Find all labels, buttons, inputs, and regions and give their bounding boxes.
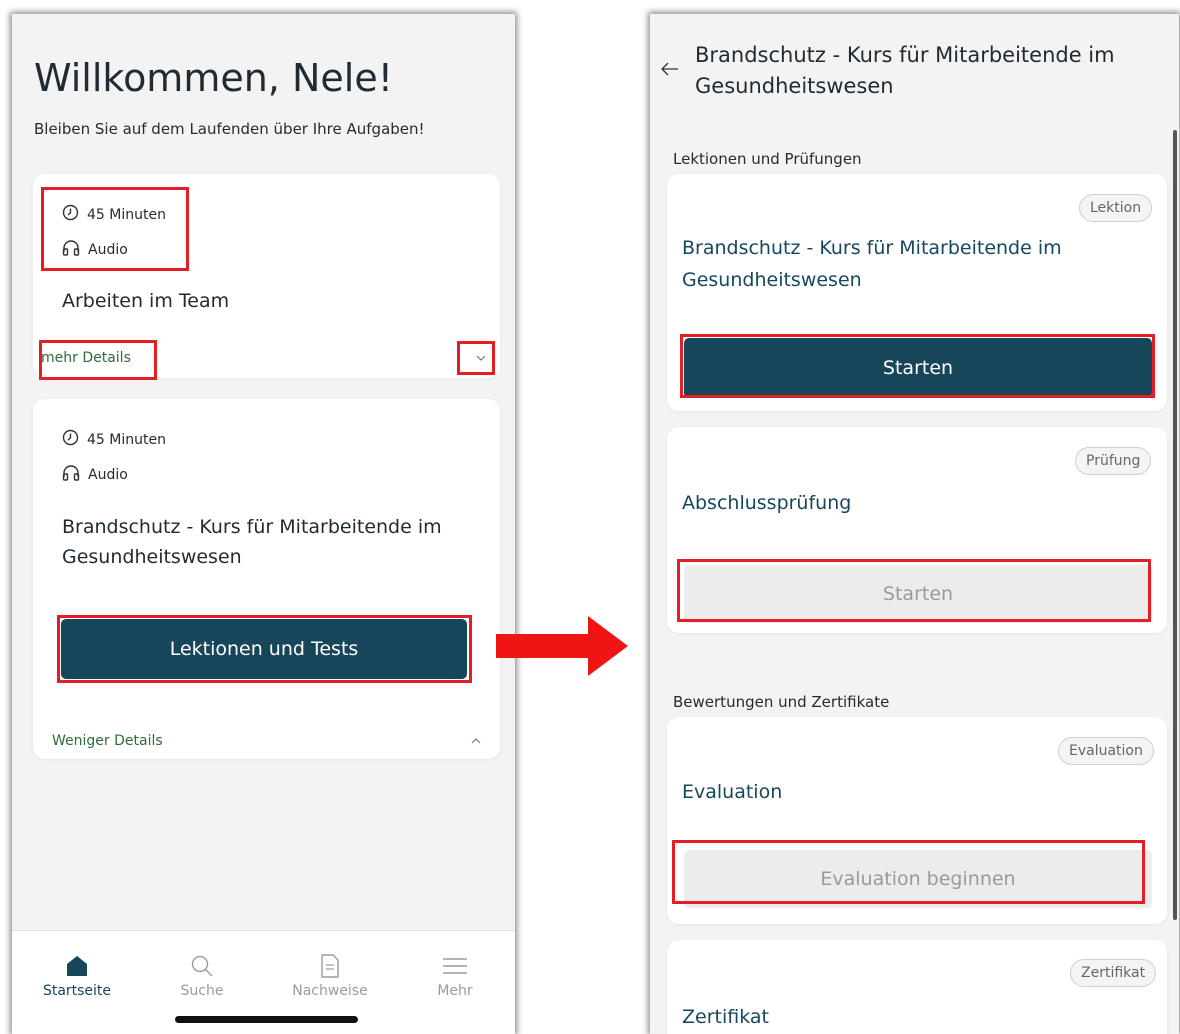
clock-icon: [62, 429, 79, 450]
nav-suche[interactable]: Suche: [152, 949, 252, 999]
scrollbar[interactable]: [1173, 130, 1177, 920]
section-heading: Bewertungen und Zertifikate: [673, 693, 890, 711]
evaluation-badge: Evaluation: [1058, 737, 1154, 765]
highlight-chevron: [457, 341, 495, 375]
format-text: Audio: [88, 466, 128, 483]
nav-mehr[interactable]: Mehr: [405, 949, 505, 999]
less-details-link[interactable]: Weniger Details: [52, 733, 163, 749]
duration-row: 45 Minuten: [62, 429, 166, 450]
format-row: Audio: [62, 464, 128, 485]
welcome-subtitle: Bleiben Sie auf dem Laufenden über Ihre …: [34, 120, 425, 138]
highlight-lessons-button: [57, 615, 472, 683]
certificate-title: Zertifikat: [682, 1006, 769, 1028]
arrow-right-icon: [494, 614, 630, 682]
certificate-card: Zertifikat Zertifikat: [667, 940, 1167, 1034]
home-screen: Willkommen, Nele! Bleiben Sie auf dem La…: [12, 14, 515, 1034]
nav-label: Mehr: [437, 983, 473, 999]
highlight-lesson-start: [680, 334, 1155, 398]
card-title-line2: Gesundheitswesen: [62, 546, 242, 568]
nav-label: Startseite: [42, 983, 112, 999]
nav-nachweise[interactable]: Nachweise: [280, 949, 380, 999]
course-detail-screen: Brandschutz - Kurs für Mitarbeitende im …: [650, 14, 1179, 1034]
nav-label: Nachweise: [292, 983, 368, 999]
nav-startseite[interactable]: Startseite: [27, 949, 127, 999]
section-heading: Lektionen und Prüfungen: [673, 150, 862, 168]
duration-text: 45 Minuten: [87, 431, 166, 448]
exam-badge: Prüfung: [1075, 447, 1152, 475]
lesson-badge: Lektion: [1079, 194, 1153, 222]
highlight-evaluation-start: [672, 840, 1145, 904]
nav-label: Suche: [180, 983, 224, 999]
highlight-exam-start: [677, 559, 1151, 622]
welcome-title: Willkommen, Nele!: [34, 56, 393, 100]
highlight-meta: [41, 187, 189, 271]
back-arrow-icon[interactable]: [660, 61, 680, 81]
headphones-icon: [62, 464, 80, 485]
evaluation-title: Evaluation: [682, 781, 783, 803]
certificate-badge: Zertifikat: [1070, 959, 1157, 987]
chevron-up-icon[interactable]: [469, 733, 483, 752]
document-icon: [280, 949, 380, 983]
card-title-line1: Brandschutz - Kurs für Mitarbeitende im: [62, 516, 442, 538]
highlight-more-details: [39, 340, 157, 380]
home-icon: [27, 949, 127, 983]
menu-icon: [405, 949, 505, 983]
home-indicator: [175, 1016, 358, 1023]
header-title-line1: Brandschutz - Kurs für Mitarbeitende im: [695, 43, 1115, 67]
card-title: Arbeiten im Team: [62, 290, 230, 312]
header-title-line2: Gesundheitswesen: [695, 74, 894, 98]
course-card-brandschutz: 45 Minuten Audio Brandschutz - Kurs für …: [33, 399, 500, 759]
lesson-title-line2: Gesundheitswesen: [682, 269, 862, 291]
exam-title: Abschlussprüfung: [682, 492, 852, 514]
search-icon: [152, 949, 252, 983]
lesson-title-line1: Brandschutz - Kurs für Mitarbeitende im: [682, 237, 1062, 259]
